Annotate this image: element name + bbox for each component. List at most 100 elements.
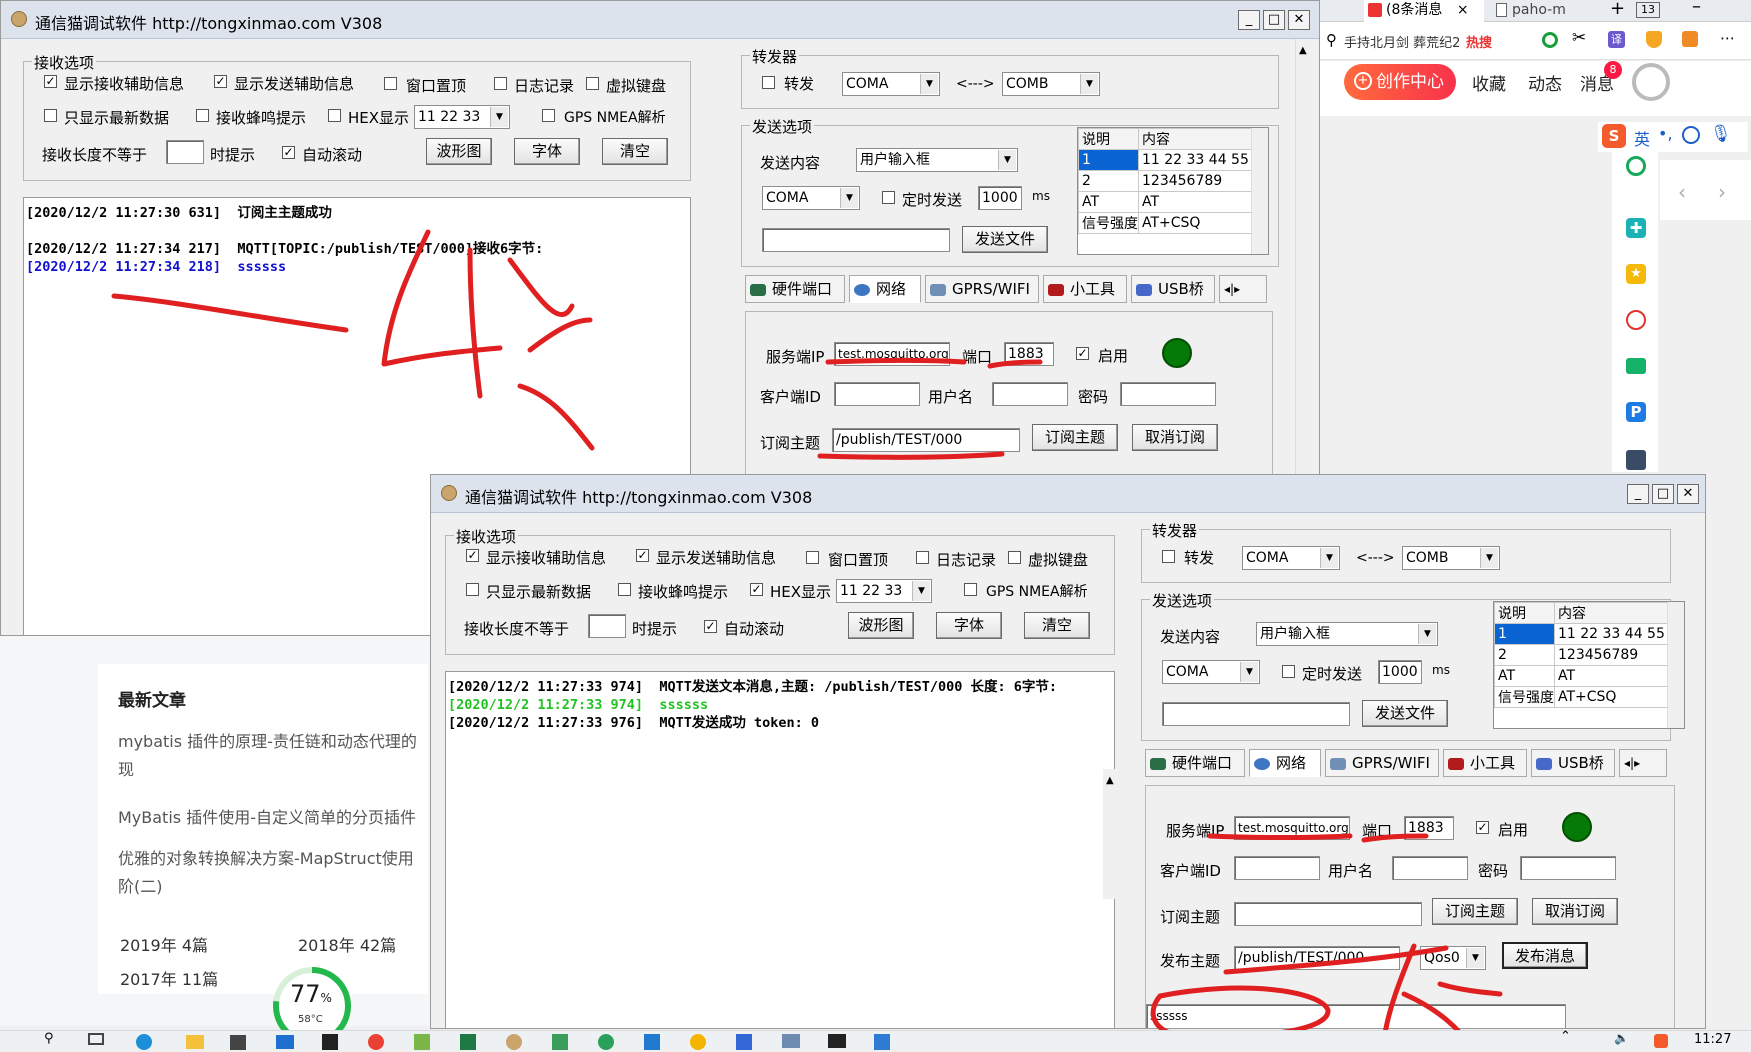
p-icon[interactable]: P xyxy=(1626,402,1646,422)
clear-button[interactable]: 清空 xyxy=(1024,612,1090,639)
archive-item[interactable]: 2019年 4篇 xyxy=(120,932,208,956)
checkbox-hex[interactable] xyxy=(328,109,341,122)
checkbox-beep[interactable] xyxy=(618,583,631,596)
browser-tab-1[interactable]: (8条消息 × xyxy=(1364,0,1484,22)
sogou-tray-icon[interactable] xyxy=(1654,1034,1668,1048)
start-search-icon[interactable]: ⚲ xyxy=(44,1031,54,1046)
interval-input[interactable]: 1000 xyxy=(1378,660,1422,684)
search-icon[interactable]: ⚲ xyxy=(1326,31,1337,49)
maximize-button[interactable]: □ xyxy=(1263,10,1285,30)
checkbox-timer-send[interactable] xyxy=(882,191,895,204)
tool-icon[interactable] xyxy=(552,1034,568,1050)
table-cell[interactable]: 11 22 33 44 55 xyxy=(1138,149,1255,171)
edge-icon[interactable] xyxy=(136,1034,152,1050)
forward-port-b[interactable]: COMB ▼ xyxy=(1402,546,1500,570)
table-cell[interactable]: 1 xyxy=(1494,623,1555,645)
password-input[interactable] xyxy=(1120,382,1216,406)
archive-item[interactable]: 2018年 42篇 xyxy=(298,932,396,956)
volume-icon[interactable]: 🔈 xyxy=(1614,1031,1629,1045)
folder-icon[interactable] xyxy=(186,1035,204,1049)
table-row[interactable]: 信号强度 AT+CSQ xyxy=(1078,212,1255,234)
table-cell[interactable]: 123456789 xyxy=(1554,644,1671,666)
store-icon[interactable] xyxy=(230,1035,246,1050)
table-row[interactable]: 信号强度 AT+CSQ xyxy=(1494,686,1671,708)
tab-scroll[interactable]: ◂|▸ xyxy=(1219,275,1267,303)
minimize-icon[interactable]: – xyxy=(1692,0,1701,17)
tab-network[interactable]: 网络 xyxy=(849,275,921,303)
ime-language[interactable]: 英 xyxy=(1634,126,1650,150)
wps-icon[interactable] xyxy=(874,1034,890,1050)
checkbox-virtual-keyboard[interactable] xyxy=(586,77,599,90)
waveform-button[interactable]: 波形图 xyxy=(426,138,492,165)
forward-port-a[interactable]: COMA ▼ xyxy=(1242,546,1340,570)
table-row[interactable]: 2 123456789 xyxy=(1078,170,1255,192)
clear-button[interactable]: 清空 xyxy=(602,138,668,165)
checkbox-autoscroll[interactable]: ✓ xyxy=(704,620,717,633)
table-cell[interactable]: AT+CSQ xyxy=(1554,686,1671,708)
more-icon[interactable]: ⋯ xyxy=(1720,29,1735,47)
terminal-icon[interactable] xyxy=(828,1034,846,1048)
punctuation-icon[interactable]: •, xyxy=(1658,124,1673,143)
checkbox-gps[interactable] xyxy=(964,583,977,596)
checkbox-timer-send[interactable] xyxy=(1282,665,1295,678)
checkbox-topmost[interactable] xyxy=(384,77,397,90)
refresh-green-icon[interactable] xyxy=(1626,156,1646,176)
article-link[interactable]: MyBatis 插件使用-自定义简单的分页插件 xyxy=(118,804,428,828)
checkbox-show-send-info[interactable]: ✓ xyxy=(214,75,227,88)
chevron-up-icon[interactable]: ⌃ xyxy=(1560,1029,1571,1044)
font-button[interactable]: 字体 xyxy=(936,612,1002,639)
checkbox-show-recv-info[interactable]: ✓ xyxy=(44,75,57,88)
username-input[interactable] xyxy=(992,382,1068,406)
server-ip-input[interactable]: test.mosquitto.org xyxy=(834,342,950,366)
table-row[interactable]: AT AT xyxy=(1494,665,1671,687)
table-header-cell[interactable]: 说明 xyxy=(1078,128,1139,150)
translate-icon[interactable]: 译 xyxy=(1608,31,1625,48)
send-content-select[interactable]: 用户输入框 ▼ xyxy=(1256,622,1438,646)
table-cell[interactable]: AT+CSQ xyxy=(1138,212,1255,234)
table-cell[interactable]: 信号强度 xyxy=(1494,686,1555,708)
chrome-icon[interactable] xyxy=(368,1034,384,1050)
publish-message-input[interactable]: ssssss xyxy=(1146,1004,1566,1028)
create-center-button[interactable]: + 创作中心 xyxy=(1344,64,1456,100)
username-input[interactable] xyxy=(1392,856,1468,880)
send-file-button[interactable]: 发送文件 xyxy=(962,226,1048,253)
new-tab-icon[interactable]: + xyxy=(1610,0,1625,19)
vscode-icon[interactable] xyxy=(644,1034,660,1050)
checkbox-autoscroll[interactable]: ✓ xyxy=(282,146,295,159)
subscribe-button[interactable]: 订阅主题 xyxy=(1432,898,1518,925)
checkbox-show-recv-info[interactable]: ✓ xyxy=(466,549,479,562)
mail-icon[interactable] xyxy=(1626,358,1646,374)
nav-activity[interactable]: 动态 xyxy=(1528,70,1562,95)
checkbox-beep[interactable] xyxy=(196,109,209,122)
microphone-icon[interactable]: 🎙 xyxy=(1710,124,1732,144)
checkbox-latest-only[interactable] xyxy=(466,583,479,596)
password-input[interactable] xyxy=(1520,856,1616,880)
table-cell[interactable]: 2 xyxy=(1078,170,1139,192)
forward-port-b[interactable]: COMB ▼ xyxy=(1002,72,1100,96)
unsubscribe-button[interactable]: 取消订阅 xyxy=(1132,424,1218,451)
tab-network[interactable]: 网络 xyxy=(1249,749,1321,777)
waveform-button[interactable]: 波形图 xyxy=(848,612,914,639)
checkbox-forward[interactable] xyxy=(1162,550,1175,563)
command-table[interactable]: 说明 内容 1 11 22 33 44 55 2 123456789 AT AT 信号强度 AT+… xyxy=(1493,601,1685,729)
publish-button[interactable]: 发布消息 xyxy=(1502,942,1588,969)
server-ip-input[interactable]: test.mosquitto.org xyxy=(1234,816,1350,840)
sogou-icon[interactable]: S xyxy=(1602,124,1626,148)
app-cat-taskbar-icon[interactable] xyxy=(506,1034,522,1050)
shield-icon[interactable] xyxy=(1646,31,1662,48)
table-cell[interactable]: AT xyxy=(1138,191,1255,213)
mail-app-icon[interactable] xyxy=(276,1035,294,1049)
table-cell[interactable]: 2 xyxy=(1494,644,1555,666)
table-cell[interactable]: AT xyxy=(1078,191,1139,213)
table-header-cell[interactable]: 内容 xyxy=(1554,602,1671,624)
article-link[interactable]: mybatis 插件的原理-责任链和动态代理的现 xyxy=(118,728,428,784)
tab-usb-bridge[interactable]: USB桥 xyxy=(1131,275,1215,303)
book-icon[interactable] xyxy=(1626,450,1646,470)
nav-favorites[interactable]: 收藏 xyxy=(1472,70,1506,95)
tab-forward-icon[interactable]: › xyxy=(1718,180,1726,204)
table-scrollbar[interactable] xyxy=(1251,128,1268,254)
emoji-icon[interactable] xyxy=(1682,126,1700,144)
translate-app-icon[interactable] xyxy=(736,1034,752,1050)
qos-select[interactable]: Qos0 ▼ xyxy=(1420,946,1486,970)
tab-gprs-wifi[interactable]: GPRS/WIFI xyxy=(1325,749,1439,777)
